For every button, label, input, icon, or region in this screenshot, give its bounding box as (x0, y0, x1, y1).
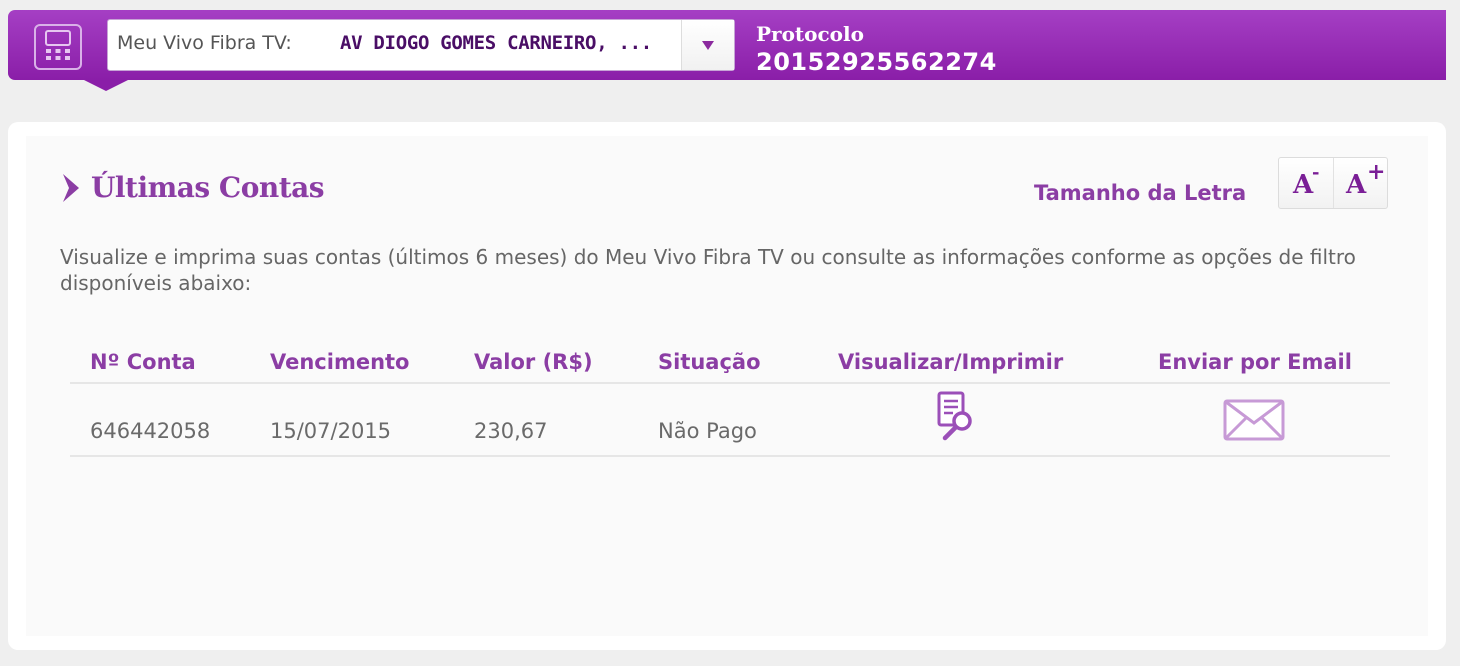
column-header-amount: Valor (R$) (474, 350, 593, 374)
decrease-font-letter: A (1293, 170, 1314, 200)
column-header-due-date: Vencimento (270, 350, 410, 374)
envelope-icon[interactable] (1223, 399, 1285, 441)
increase-font-letter: A (1346, 170, 1367, 200)
document-magnifier-icon[interactable] (935, 391, 975, 443)
table-divider (70, 455, 1390, 457)
protocol-label: Protocolo (756, 22, 864, 46)
decrease-font-button[interactable]: A - (1279, 158, 1334, 208)
page-title: Últimas Contas (91, 171, 325, 204)
chevron-down-icon (702, 41, 714, 50)
increase-font-sign: + (1367, 159, 1386, 185)
chevron-right-icon (63, 174, 79, 202)
decrease-font-sign: - (1312, 162, 1320, 183)
top-bar-pointer (84, 80, 128, 91)
column-header-account-number: Nº Conta (90, 350, 196, 374)
account-select-value: AV DIOGO GOMES CARNEIRO, ... (340, 32, 652, 54)
increase-font-button[interactable]: A + (1334, 158, 1388, 208)
table-divider (70, 382, 1390, 384)
account-select-prefix: Meu Vivo Fibra TV: (117, 32, 292, 54)
account-select[interactable]: Meu Vivo Fibra TV: AV DIOGO GOMES CARNEI… (107, 19, 735, 71)
font-size-label: Tamanho da Letra (1034, 181, 1247, 205)
description-text: Visualize e imprima suas contas (últimos… (60, 245, 1356, 295)
cell-amount: 230,67 (474, 419, 548, 443)
column-header-status: Situação (658, 350, 761, 374)
column-header-send-email: Enviar por Email (1158, 350, 1352, 374)
bills-panel: Últimas Contas Tamanho da Letra A - A + … (26, 136, 1428, 636)
dropdown-button[interactable] (681, 20, 734, 70)
phone-device-icon (34, 24, 82, 70)
cell-account-number: 646442058 (90, 419, 211, 443)
column-header-view-print: Visualizar/Imprimir (838, 350, 1064, 374)
cell-status: Não Pago (658, 419, 757, 443)
cell-due-date: 15/07/2015 (270, 419, 392, 443)
top-bar: Meu Vivo Fibra TV: AV DIOGO GOMES CARNEI… (8, 10, 1446, 80)
font-size-controls: A - A + (1278, 157, 1388, 209)
bills-card: Últimas Contas Tamanho da Letra A - A + … (8, 122, 1446, 650)
protocol-number: 20152925562274 (756, 48, 997, 76)
